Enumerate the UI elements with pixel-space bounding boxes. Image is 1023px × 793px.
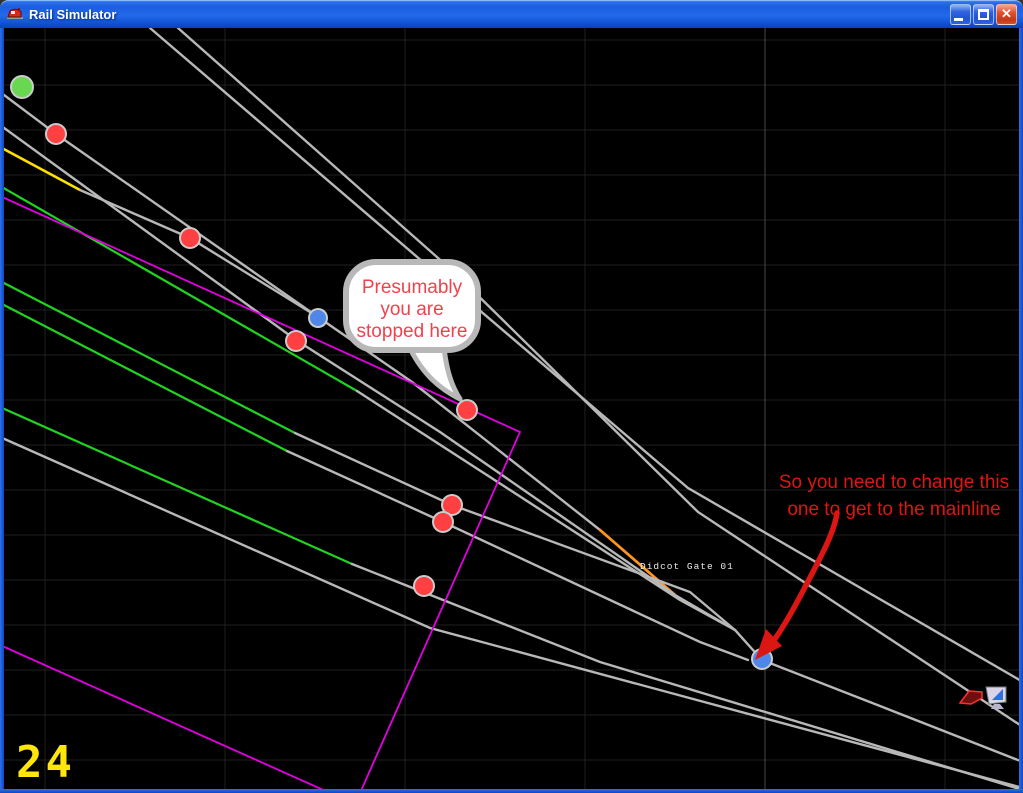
bubble-text-line: Presumably: [362, 277, 463, 298]
gate-label: Didcot Gate 01: [640, 561, 734, 572]
train-icon: [7, 8, 23, 19]
window-border-left: [0, 28, 4, 793]
bubble-text-line: you are: [380, 299, 443, 320]
wagon-icon[interactable]: [958, 690, 983, 705]
maximize-button[interactable]: [973, 3, 994, 25]
red-signal-dot[interactable]: [458, 401, 476, 419]
close-icon: ✕: [1001, 5, 1012, 21]
window-border-right: [1019, 28, 1023, 793]
window-title: Rail Simulator: [29, 6, 117, 22]
track-green-a-cont: [355, 389, 737, 632]
red-signal-dot[interactable]: [443, 496, 461, 514]
track-map[interactable]: Didcot Gate 01 Presumablyyou arestopped h…: [0, 0, 1023, 793]
track-green-b: [0, 279, 297, 435]
rail-simulator-window: Didcot Gate 01 Presumably you are stopped h…: [0, 0, 1023, 793]
minimize-icon: [954, 17, 963, 21]
minimize-button[interactable]: [950, 3, 971, 25]
annotation-note-line: So you need to change this: [779, 472, 1009, 493]
annotation-note-line: one to get to the mainline: [787, 499, 1000, 520]
switch-dot[interactable]: [310, 310, 326, 326]
maximize-icon: [978, 8, 989, 20]
green-signal-dot[interactable]: [12, 77, 32, 97]
clock-display: 24: [16, 737, 75, 788]
red-signal-dot[interactable]: [287, 332, 305, 350]
track-siding-second: [0, 123, 677, 597]
close-button[interactable]: ✕: [996, 3, 1017, 25]
track-mainline-lower: [176, 26, 1023, 729]
red-signal-dot[interactable]: [47, 125, 65, 143]
track-green-a: [0, 184, 359, 393]
red-signal-dot[interactable]: [415, 577, 433, 595]
red-signal-dot[interactable]: [434, 513, 452, 531]
window-border-bottom: [0, 789, 1023, 793]
track-green-d: [0, 405, 354, 566]
bubble-text-line: stopped here: [357, 321, 468, 342]
titlebar[interactable]: Rail Simulator ✕: [0, 0, 1023, 28]
track-green-d-cont: [350, 562, 1023, 792]
annotation-arrow: [769, 510, 840, 646]
monitor-icon[interactable]: [991, 704, 1004, 709]
red-signal-dot[interactable]: [181, 229, 199, 247]
